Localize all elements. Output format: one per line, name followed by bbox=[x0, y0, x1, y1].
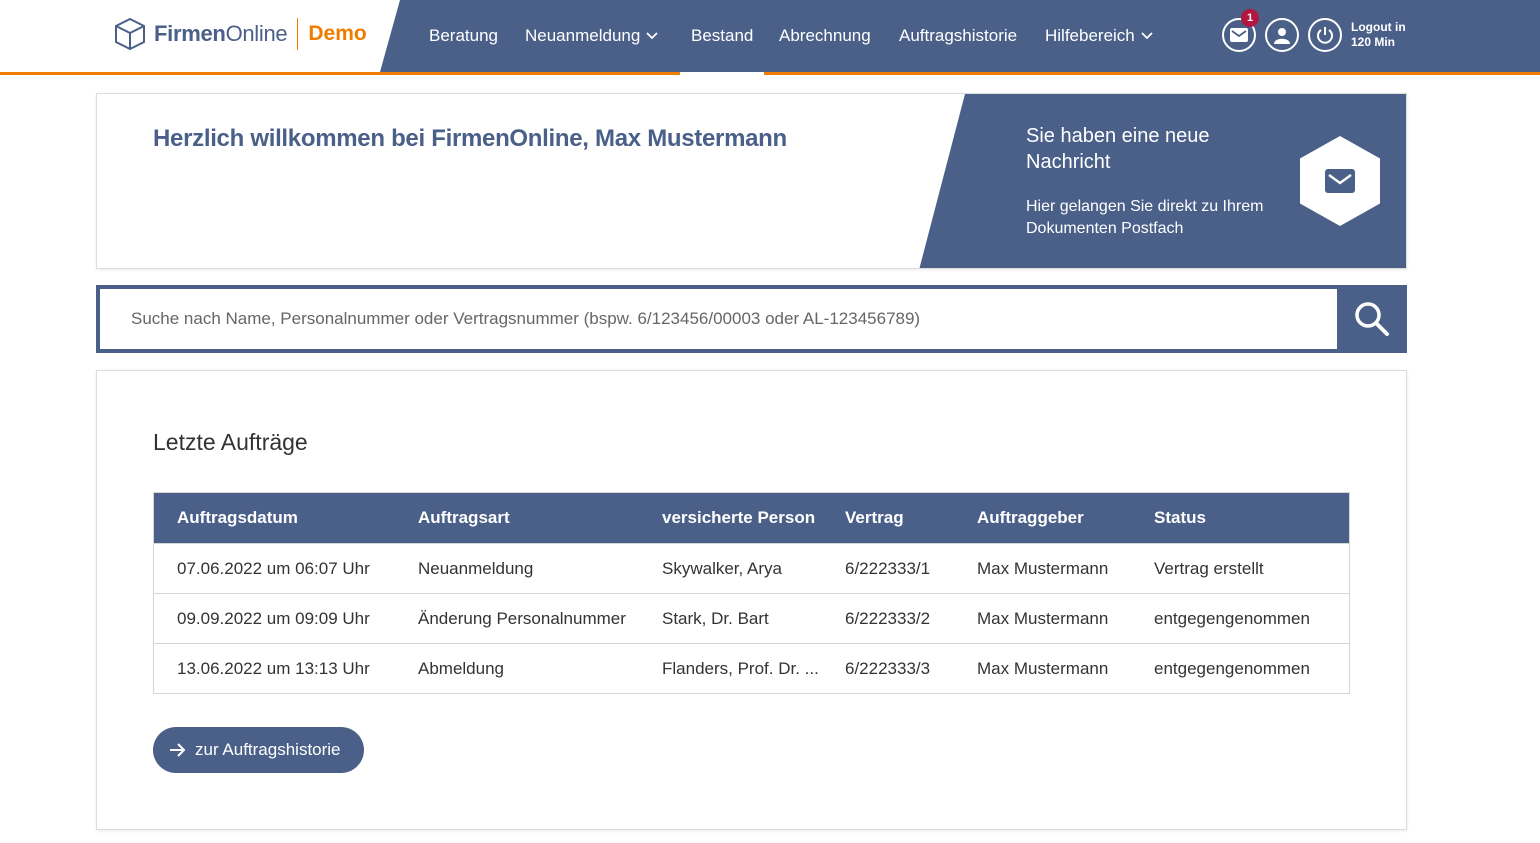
chevron-down-icon bbox=[646, 32, 658, 40]
table-row[interactable]: 09.09.2022 um 09:09 Uhr Änderung Persona… bbox=[154, 593, 1349, 643]
cell-person: Skywalker, Arya bbox=[662, 558, 782, 578]
recent-orders-card: Letzte Aufträge Auftragsdatum Auftragsar… bbox=[96, 370, 1407, 830]
header-accent-line bbox=[0, 72, 1540, 75]
cell-contract: 6/222333/1 bbox=[845, 558, 931, 578]
power-icon bbox=[1317, 27, 1333, 44]
nav-item-label: Neuanmeldung bbox=[525, 26, 641, 45]
nav-item-beratung[interactable]: Beratung bbox=[429, 0, 498, 72]
profile-button[interactable] bbox=[1265, 18, 1299, 52]
cell-type: Neuanmeldung bbox=[418, 558, 534, 578]
orders-table: Auftragsdatum Auftragsart versicherte Pe… bbox=[153, 492, 1350, 694]
nav-item-neuanmeldung[interactable]: Neuanmeldung bbox=[525, 0, 658, 72]
search-bar bbox=[96, 285, 1407, 353]
welcome-card: Herzlich willkommen bei FirmenOnline, Ma… bbox=[96, 93, 1407, 269]
cell-client: Max Mustermann bbox=[977, 608, 1109, 628]
message-count-badge: 1 bbox=[1241, 9, 1259, 27]
message-hexagon bbox=[1300, 136, 1380, 226]
search-input[interactable] bbox=[100, 289, 1337, 349]
cell-type: Änderung Personalnummer bbox=[418, 608, 626, 628]
cell-contract: 6/222333/3 bbox=[845, 658, 931, 678]
order-history-button[interactable]: zur Auftragshistorie bbox=[153, 727, 364, 773]
envelope-icon bbox=[1325, 169, 1355, 193]
logo[interactable]: Firmen Online Demo bbox=[114, 17, 367, 51]
column-header: Auftraggeber bbox=[977, 508, 1084, 527]
logo-divider bbox=[297, 18, 299, 50]
nav-item-abrechnung[interactable]: Abrechnung bbox=[779, 0, 871, 72]
nav-item-auftragshistorie[interactable]: Auftragshistorie bbox=[899, 0, 1017, 72]
column-header: versicherte Person bbox=[662, 508, 816, 527]
nav-item-label: Abrechnung bbox=[779, 26, 871, 45]
recent-orders-title: Letzte Aufträge bbox=[153, 429, 308, 455]
logo-text-online: Online bbox=[225, 21, 288, 46]
logout-label: Logout in bbox=[1351, 20, 1406, 34]
arrow-right-icon bbox=[170, 743, 186, 757]
cell-date: 13.06.2022 um 13:13 Uhr bbox=[177, 658, 370, 678]
nav-item-label: Auftragshistorie bbox=[899, 26, 1018, 45]
cell-status: entgegengenommen bbox=[1154, 658, 1310, 678]
logout-timer: Logout in 120 Min bbox=[1351, 20, 1406, 50]
cell-date: 07.06.2022 um 06:07 Uhr bbox=[177, 558, 370, 578]
search-button[interactable] bbox=[1337, 285, 1407, 353]
cell-status: entgegengenommen bbox=[1154, 608, 1310, 628]
column-header: Auftragsart bbox=[418, 508, 510, 527]
chevron-down-icon bbox=[1141, 32, 1153, 40]
cube-icon bbox=[115, 17, 145, 51]
table-row[interactable]: 07.06.2022 um 06:07 Uhr Neuanmeldung Sky… bbox=[154, 543, 1349, 593]
nav-item-label: Bestand bbox=[691, 26, 754, 45]
nav-item-label: Hilfebereich bbox=[1045, 26, 1135, 45]
new-message-title: Sie haben eine neue Nachricht bbox=[1026, 125, 1210, 173]
user-icon bbox=[1274, 28, 1290, 44]
cell-client: Max Mustermann bbox=[977, 558, 1109, 578]
envelope-icon bbox=[1230, 28, 1248, 42]
table-header: Auftragsdatum Auftragsart versicherte Pe… bbox=[154, 493, 1349, 543]
table-row[interactable]: 13.06.2022 um 13:13 Uhr Abmeldung Flande… bbox=[154, 643, 1349, 693]
logout-minutes: 120 Min bbox=[1351, 35, 1396, 49]
cell-client: Max Mustermann bbox=[977, 658, 1109, 678]
nav-active-indicator bbox=[680, 72, 764, 75]
cell-contract: 6/222333/2 bbox=[845, 608, 931, 628]
column-header: Status bbox=[1154, 508, 1206, 527]
column-header: Auftragsdatum bbox=[177, 508, 298, 527]
cell-person: Flanders, Prof. Dr. ... bbox=[662, 658, 819, 678]
logo-demo-label: Demo bbox=[308, 22, 367, 45]
nav-item-label: Beratung bbox=[429, 26, 498, 45]
new-message-subtitle: Hier gelangen Sie direkt zu Ihrem Dokume… bbox=[1026, 198, 1264, 237]
logout-button[interactable] bbox=[1308, 18, 1342, 52]
cell-person: Stark, Dr. Bart bbox=[662, 608, 769, 628]
cell-status: Vertrag erstellt bbox=[1154, 558, 1264, 578]
welcome-title: Herzlich willkommen bei FirmenOnline, Ma… bbox=[153, 125, 787, 152]
cell-type: Abmeldung bbox=[418, 658, 505, 678]
search-icon bbox=[1355, 302, 1389, 336]
order-history-label: zur Auftragshistorie bbox=[195, 740, 341, 759]
nav-item-bestand[interactable]: Bestand bbox=[691, 0, 753, 72]
nav-item-hilfebereich[interactable]: Hilfebereich bbox=[1045, 0, 1153, 72]
cell-date: 09.09.2022 um 09:09 Uhr bbox=[177, 608, 370, 628]
new-message-panel[interactable]: Sie haben eine neue Nachricht Hier gelan… bbox=[919, 94, 1406, 268]
logo-text-firmen: Firmen bbox=[154, 21, 226, 46]
column-header: Vertrag bbox=[845, 508, 904, 527]
